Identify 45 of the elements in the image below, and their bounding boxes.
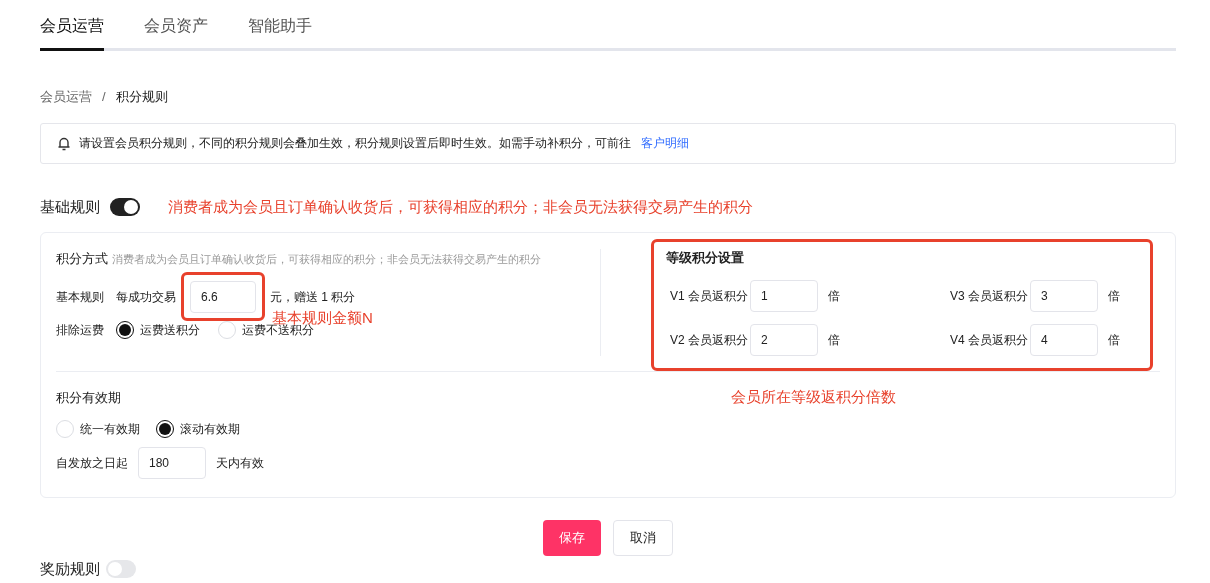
- section-title: 基础规则: [40, 196, 100, 217]
- annotation-text: 消费者成为会员且订单确认收货后，可获得相应的积分；非会员无法获得交易产生的积分: [168, 196, 753, 217]
- tab[interactable]: 智能助手: [248, 14, 312, 48]
- hint-text: 消费者成为会员且订单确认收货后，可获得相应的积分；非会员无法获得交易产生的积分: [112, 252, 541, 267]
- multiplier-field[interactable]: 1: [750, 279, 818, 312]
- field-label: 基本规则: [56, 288, 105, 306]
- multiplier-field[interactable]: 4: [1030, 323, 1098, 356]
- field-label: 自发放之日起: [56, 454, 128, 472]
- field-text: 天内有效: [216, 454, 264, 472]
- field-label: V3 会员返积分: [950, 287, 1029, 305]
- cancel-button[interactable]: 取消: [613, 520, 673, 556]
- save-button[interactable]: 保存: [543, 520, 601, 556]
- unit-text: 倍: [1108, 331, 1120, 349]
- field-label: V2 会员返积分: [670, 331, 749, 349]
- breadcrumb-separator: /: [102, 88, 106, 106]
- unit-text: 倍: [1108, 287, 1120, 305]
- bell-icon: [57, 135, 71, 151]
- annotation-text: 会员所在等级返积分倍数: [731, 387, 896, 407]
- section-title: 奖励规则: [40, 559, 100, 579]
- toggle-switch[interactable]: [106, 560, 136, 579]
- amount-field[interactable]: 6.6: [190, 280, 256, 313]
- breadcrumb-link[interactable]: 会员运营: [40, 87, 92, 107]
- toggle-switch[interactable]: [110, 197, 140, 216]
- section-title: 等级积分设置: [666, 249, 745, 267]
- field-label: 积分有效期: [56, 389, 121, 407]
- days-field[interactable]: 180: [138, 446, 206, 479]
- field-label: V1 会员返积分: [670, 287, 749, 305]
- unit-text: 倍: [828, 331, 840, 349]
- radio-label: 滚动有效期: [180, 420, 240, 438]
- field-label: 积分方式: [56, 250, 108, 268]
- radio-label: 运费送积分: [140, 321, 200, 339]
- radio-label: 统一有效期: [80, 420, 140, 438]
- unit-text: 倍: [828, 287, 840, 305]
- multiplier-field[interactable]: 3: [1030, 279, 1098, 312]
- annotation-text: 基本规则金额N: [272, 307, 373, 326]
- multiplier-field[interactable]: 2: [750, 323, 818, 356]
- field-label: V4 会员返积分: [950, 331, 1029, 349]
- tab[interactable]: 会员资产: [144, 14, 208, 48]
- field-label: 排除运费: [56, 321, 105, 339]
- field-text: 元，赠送 1 积分: [270, 288, 356, 306]
- notice-text: 请设置会员积分规则，不同的积分规则会叠加生效，积分规则设置后即时生效。如需手动补积分，可前往: [79, 135, 631, 152]
- tab[interactable]: 会员运营: [40, 14, 104, 51]
- detail-link[interactable]: 客户明细: [641, 134, 689, 152]
- breadcrumb-current: 积分规则: [115, 88, 168, 106]
- field-text: 每成功交易: [116, 288, 176, 306]
